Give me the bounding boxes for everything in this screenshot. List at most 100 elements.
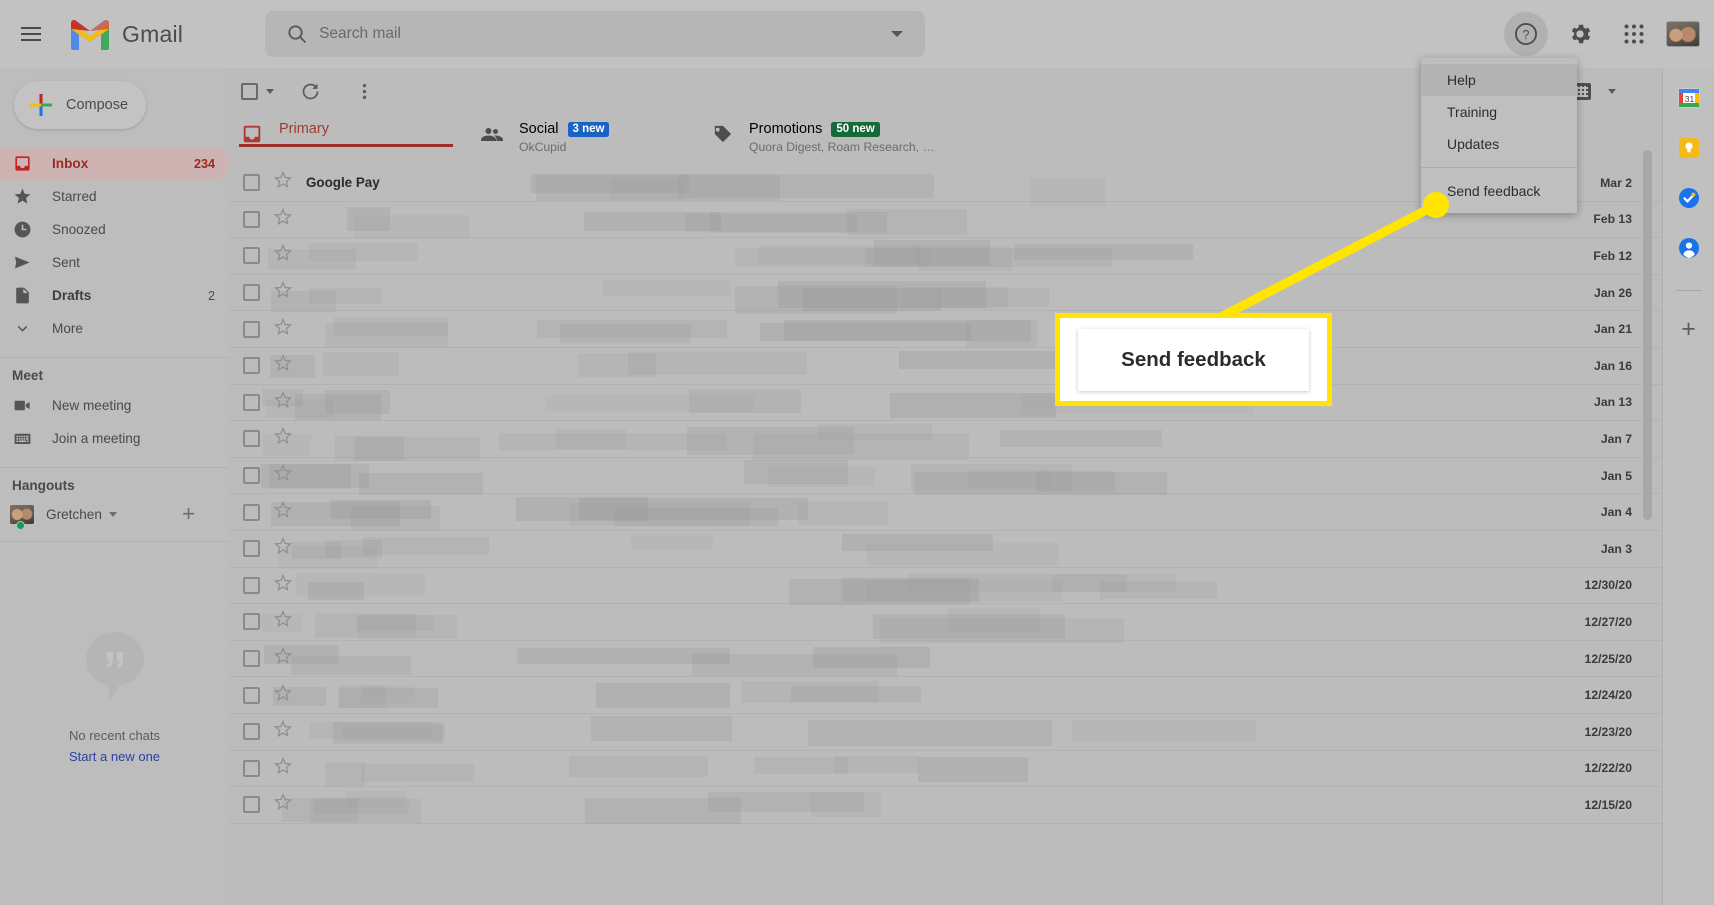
row-checkbox[interactable] (243, 613, 260, 631)
refresh-icon[interactable] (292, 74, 328, 110)
row-checkbox[interactable] (243, 210, 260, 228)
compose-button[interactable]: Compose (14, 81, 146, 129)
star-icon[interactable] (273, 171, 294, 194)
row-checkbox[interactable] (243, 686, 260, 704)
more-vertical-icon[interactable] (346, 74, 382, 110)
redacted-content-block (688, 389, 801, 413)
compose-label: Compose (66, 97, 129, 113)
redacted-content-block (590, 716, 733, 742)
star-icon[interactable] (273, 756, 294, 780)
sidebar-item-snoozed[interactable]: Snoozed (0, 213, 229, 246)
search-options-chevron-down-icon[interactable] (891, 31, 904, 37)
google-apps-grid-icon[interactable] (1612, 12, 1656, 56)
table-row[interactable]: 12/22/20 (229, 751, 1662, 788)
table-row[interactable]: 12/27/20 (229, 604, 1662, 643)
row-checkbox[interactable] (243, 796, 260, 814)
google-calendar-icon[interactable]: 31 (1677, 86, 1701, 110)
row-checkbox[interactable] (243, 576, 260, 594)
row-checkbox[interactable] (243, 320, 260, 338)
row-checkbox[interactable] (243, 357, 260, 375)
sidebar-item-count: 234 (193, 156, 215, 171)
google-contacts-icon[interactable] (1677, 236, 1701, 260)
row-checkbox[interactable] (243, 540, 260, 558)
hangouts-status-chevron-down-icon[interactable] (108, 511, 117, 517)
google-tasks-icon[interactable] (1677, 186, 1701, 210)
tab-promotions[interactable]: Promotions 50 new Quora Digest, Roam Res… (709, 115, 1009, 154)
menu-item-training[interactable]: Training (1421, 96, 1577, 128)
table-row[interactable]: 12/24/20 (229, 677, 1662, 714)
table-row[interactable]: Jan 16 (229, 348, 1662, 385)
input-tools-chevron-down-icon[interactable] (1608, 89, 1616, 94)
sidebar-item-sent[interactable]: Sent (0, 246, 229, 279)
star-icon[interactable] (273, 317, 294, 341)
star-icon[interactable] (273, 720, 294, 743)
row-checkbox[interactable] (243, 723, 260, 741)
main-menu-icon[interactable] (8, 11, 54, 57)
row-subject (491, 494, 1554, 530)
hangouts-new-conversation-plus-icon[interactable]: + (182, 503, 195, 525)
star-icon[interactable] (273, 207, 294, 231)
row-checkbox[interactable] (243, 503, 260, 521)
tab-primary[interactable]: Primary (239, 115, 479, 147)
row-checkbox[interactable] (243, 174, 260, 192)
table-row[interactable]: Jan 21 (229, 311, 1662, 349)
table-row[interactable]: Jan 13 (229, 385, 1662, 422)
redacted-content-block (741, 681, 878, 704)
row-checkbox[interactable] (243, 247, 260, 265)
row-checkbox[interactable] (243, 284, 260, 302)
row-checkbox[interactable] (243, 467, 260, 485)
redacted-content-block (333, 316, 449, 337)
list-scrollbar[interactable] (1643, 150, 1652, 520)
tab-social[interactable]: Social 3 new OkCupid (479, 115, 709, 154)
star-icon[interactable] (273, 573, 294, 597)
menu-item-send-feedback[interactable]: Send feedback (1421, 175, 1577, 207)
row-subject (491, 458, 1554, 496)
sidebar-item-starred[interactable]: Starred (0, 180, 229, 213)
table-row[interactable]: Jan 7 (229, 421, 1662, 462)
table-row[interactable]: Jan 3 (229, 531, 1662, 570)
table-row[interactable]: Jan 26 (229, 275, 1662, 314)
row-checkbox[interactable] (243, 430, 260, 448)
table-row[interactable]: 12/30/20 (229, 568, 1662, 605)
sidebar-item-more[interactable]: More (0, 312, 229, 345)
menu-item-label: Training (1447, 104, 1498, 120)
sidebar-item-new-meeting[interactable]: New meeting (0, 389, 229, 422)
redacted-content-block (866, 580, 1062, 602)
help-icon[interactable]: ? (1504, 12, 1548, 56)
sidebar-item-join-meeting[interactable]: Join a meeting (0, 422, 229, 455)
row-checkbox[interactable] (243, 759, 260, 777)
sidebar-item-inbox[interactable]: Inbox 234 (0, 147, 229, 180)
account-avatar[interactable] (1666, 21, 1700, 47)
search-input[interactable] (319, 25, 892, 43)
hangouts-start-new-link[interactable]: Start a new one (69, 749, 160, 764)
add-ons-plus-icon[interactable]: + (1681, 317, 1696, 342)
redacted-content-block (314, 612, 416, 638)
settings-gear-icon[interactable] (1558, 12, 1602, 56)
select-all-chevron-down-icon[interactable] (266, 89, 274, 94)
google-keep-icon[interactable] (1677, 136, 1701, 160)
sidebar-item-drafts[interactable]: Drafts 2 (0, 279, 229, 312)
table-row[interactable]: 12/23/20 (229, 714, 1662, 751)
table-row[interactable]: Feb 12 (229, 238, 1662, 275)
menu-item-help[interactable]: Help (1421, 64, 1577, 96)
redacted-content-block (516, 647, 730, 664)
redacted-content-block (337, 688, 439, 708)
redacted-content-block (331, 500, 431, 519)
row-subject (491, 714, 1554, 750)
redacted-content-block (325, 762, 366, 786)
row-subject (491, 348, 1554, 384)
help-dropdown-menu: Help Training Updates Send feedback (1421, 58, 1577, 213)
menu-item-updates[interactable]: Updates (1421, 128, 1577, 160)
keyboard-icon (12, 429, 32, 449)
select-all-checkbox[interactable] (241, 83, 274, 100)
table-row[interactable]: Jan 4 (229, 494, 1662, 531)
row-checkbox[interactable] (243, 393, 260, 411)
row-checkbox[interactable] (243, 650, 260, 668)
table-row[interactable]: 12/15/20 (229, 787, 1662, 824)
search-bar[interactable] (265, 11, 926, 57)
table-row[interactable]: Jan 5 (229, 458, 1662, 496)
table-row[interactable]: 12/25/20 (229, 641, 1662, 678)
tab-subtitle: Quora Digest, Roam Research, … (749, 140, 935, 154)
hangouts-user-row[interactable]: Gretchen + (0, 499, 229, 530)
sidebar-divider-2 (0, 467, 229, 468)
